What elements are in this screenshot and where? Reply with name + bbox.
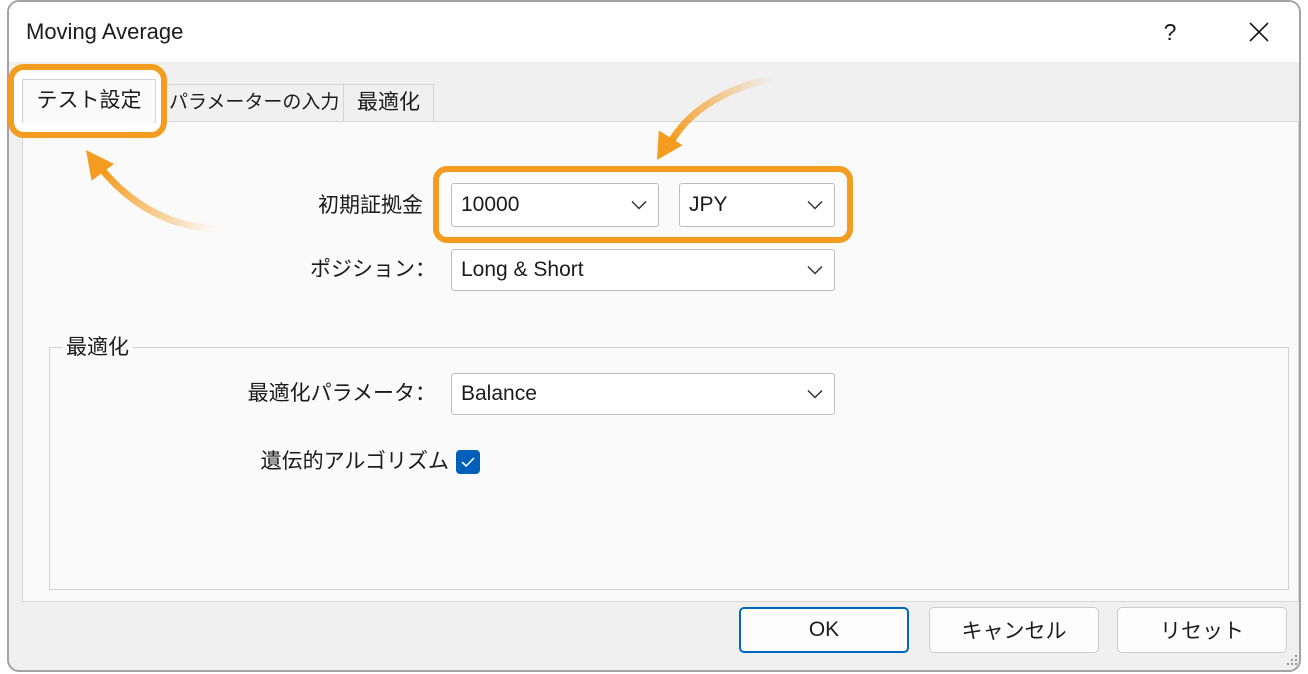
annotation-highlight-deposit [433, 166, 853, 243]
position-select[interactable]: Long & Short [451, 249, 835, 291]
close-button[interactable] [1238, 11, 1280, 53]
tab-label: パラメーターの入力 [169, 92, 340, 113]
ok-button-label: OK [808, 618, 840, 641]
reset-button-label: リセット [1160, 620, 1244, 643]
title-bar: Moving Average ? [9, 2, 1299, 62]
tab-label: テスト設定 [36, 89, 142, 112]
checkmark-icon [461, 457, 475, 467]
genetic-algorithm-checkbox[interactable] [456, 450, 480, 474]
position-value: Long & Short [461, 258, 584, 281]
resize-grip-icon[interactable] [1284, 654, 1298, 668]
screen: Moving Average ? テスト設定 パラメーターの入力 最適化 初期証… [0, 0, 1308, 674]
cancel-button-label: キャンセル [961, 620, 1067, 643]
initial-deposit-label: 初期証拠金 [318, 194, 423, 217]
tab-parameter-input[interactable]: パラメーターの入力 [155, 84, 344, 121]
reset-button[interactable]: リセット [1117, 607, 1287, 653]
cancel-button[interactable]: キャンセル [929, 607, 1099, 653]
ok-button[interactable]: OK [739, 607, 909, 653]
tab-label: 最適化 [357, 91, 420, 114]
tab-test-settings[interactable]: テスト設定 [22, 79, 156, 123]
chevron-down-icon [807, 265, 823, 275]
chevron-down-icon [807, 389, 823, 399]
tab-optimization[interactable]: 最適化 [343, 84, 434, 121]
position-label: ポジション： [310, 258, 436, 281]
optimization-group-title: 最適化 [62, 333, 133, 363]
help-button[interactable]: ? [1155, 2, 1185, 62]
optimization-parameter-value: Balance [461, 382, 537, 405]
window-title: Moving Average [26, 19, 184, 44]
optimization-parameter-label: 最適化パラメータ： [247, 382, 436, 405]
genetic-algorithm-label: 遺伝的アルゴリズム [260, 450, 449, 473]
close-icon [1249, 22, 1269, 42]
optimization-parameter-select[interactable]: Balance [451, 373, 835, 415]
